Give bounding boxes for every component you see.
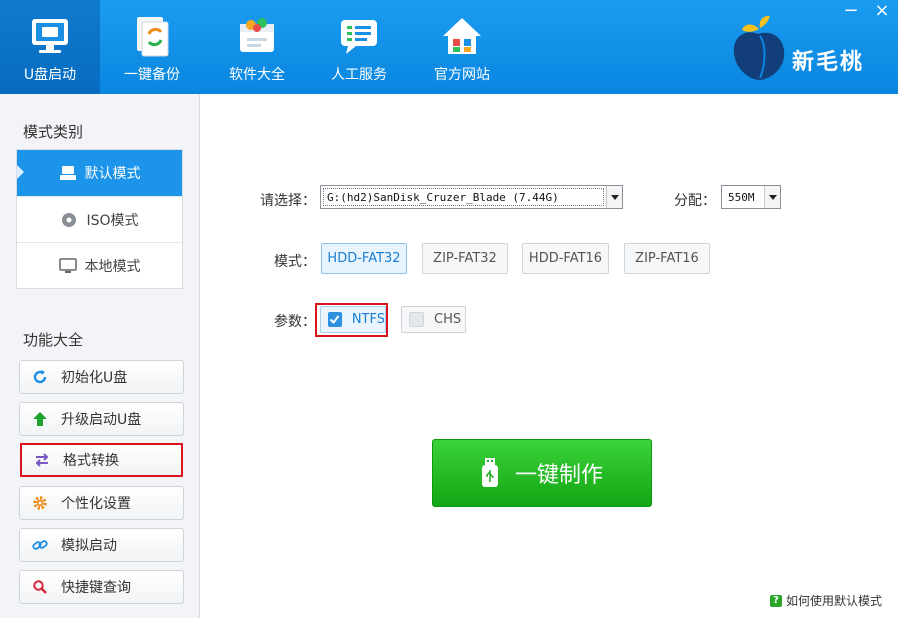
mode-label: 本地模式 — [84, 258, 141, 275]
nav-usb-boot[interactable]: U盘启动 — [0, 0, 100, 94]
usb-stick-icon — [481, 458, 498, 487]
ntfs-checkbox[interactable]: NTFS — [320, 306, 386, 333]
alloc-select[interactable]: 550M — [721, 185, 781, 209]
nav-label: U盘启动 — [23, 67, 77, 83]
software-box-icon — [240, 18, 274, 52]
search-icon — [31, 578, 49, 596]
mode-section-title: 模式类别 — [23, 123, 84, 141]
param-label: 参数： — [274, 314, 316, 330]
select-label: 请选择： — [260, 193, 316, 209]
peach-logo-icon — [733, 15, 785, 80]
gear-icon — [31, 494, 49, 512]
chs-checkbox[interactable]: CHS — [401, 306, 466, 333]
mode-default[interactable]: 默认模式 — [17, 150, 182, 196]
refresh-icon — [31, 368, 49, 386]
convert-arrows-icon — [33, 451, 51, 469]
make-button-label: 一键制作 — [514, 463, 603, 488]
func-label: 模拟启动 — [61, 538, 117, 554]
mode-iso[interactable]: ISO模式 — [17, 196, 182, 242]
disc-icon — [62, 212, 77, 227]
mode-list: 默认模式 ISO模式 本地模式 — [16, 149, 183, 289]
checkmark-icon — [328, 312, 342, 327]
nav-service[interactable]: 人工服务 — [309, 0, 409, 94]
nav-label: 软件大全 — [229, 67, 285, 83]
help-icon: ? — [770, 594, 782, 607]
mode-local[interactable]: 本地模式 — [17, 242, 182, 288]
device-select[interactable]: G:(hd2)SanDisk_Cruzer_Blade (7.44G) — [320, 185, 623, 209]
sidebar: 模式类别 默认模式 ISO模式 本地模式 功能大全 初始化U盘 升级启动U盘 格… — [0, 94, 200, 618]
monitor-icon — [58, 257, 77, 273]
nav-label: 人工服务 — [331, 67, 387, 83]
nav-label: 一键备份 — [124, 67, 180, 83]
format-convert-button[interactable]: 格式转换 — [20, 443, 183, 477]
format-zip-fat32[interactable]: ZIP-FAT32 — [422, 243, 508, 274]
func-label: 升级启动U盘 — [61, 412, 142, 428]
chat-service-icon — [341, 20, 377, 54]
chs-label: CHS — [434, 312, 462, 327]
mode-label: 默认模式 — [84, 166, 141, 182]
chevron-down-icon — [764, 186, 780, 208]
nav-label: 官方网站 — [434, 67, 490, 83]
link-icon — [31, 536, 49, 554]
upgrade-usb-button[interactable]: 升级启动U盘 — [19, 402, 184, 436]
personalize-button[interactable]: 个性化设置 — [19, 486, 184, 520]
format-hdd-fat16[interactable]: HDD-FAT16 — [522, 243, 609, 274]
func-label: 快捷键查询 — [61, 580, 131, 596]
backup-document-icon — [137, 17, 169, 57]
format-zip-fat16[interactable]: ZIP-FAT16 — [624, 243, 710, 274]
format-hdd-fat32[interactable]: HDD-FAT32 — [321, 243, 407, 274]
nav-backup[interactable]: 一键备份 — [102, 0, 202, 94]
logo-text: 新毛桃 — [792, 50, 865, 75]
help-link[interactable]: ? 如何使用默认模式 — [770, 592, 882, 609]
alloc-value: 550M — [728, 190, 755, 204]
unchecked-box-icon — [409, 312, 424, 327]
chevron-down-icon — [606, 186, 622, 208]
mode-label: 模式： — [274, 254, 316, 270]
init-usb-button[interactable]: 初始化U盘 — [19, 360, 184, 394]
app-logo: 新毛桃 — [730, 14, 890, 84]
nav-software[interactable]: 软件大全 — [207, 0, 307, 94]
func-label: 格式转换 — [63, 453, 119, 469]
mode-label: ISO模式 — [86, 212, 139, 229]
usb-drive-icon — [59, 166, 76, 180]
help-text: 如何使用默认模式 — [786, 594, 883, 608]
function-section-title: 功能大全 — [23, 331, 84, 349]
home-icon — [443, 18, 481, 54]
hotkey-query-button[interactable]: 快捷键查询 — [19, 570, 184, 604]
device-value: G:(hd2)SanDisk_Cruzer_Blade (7.44G) — [327, 190, 559, 204]
func-label: 初始化U盘 — [61, 370, 128, 386]
monitor-usb-icon — [32, 19, 68, 53]
ntfs-label: NTFS — [351, 312, 385, 327]
upgrade-arrow-icon — [31, 410, 49, 428]
one-click-make-button[interactable]: 一键制作 — [432, 439, 652, 507]
alloc-label: 分配： — [674, 193, 716, 209]
simulate-boot-button[interactable]: 模拟启动 — [19, 528, 184, 562]
top-toolbar: U盘启动 一键备份 软件大全 人工服务 官方网站 − × 新毛桃 — [0, 0, 898, 94]
func-label: 个性化设置 — [61, 496, 131, 512]
nav-website[interactable]: 官方网站 — [412, 0, 512, 94]
